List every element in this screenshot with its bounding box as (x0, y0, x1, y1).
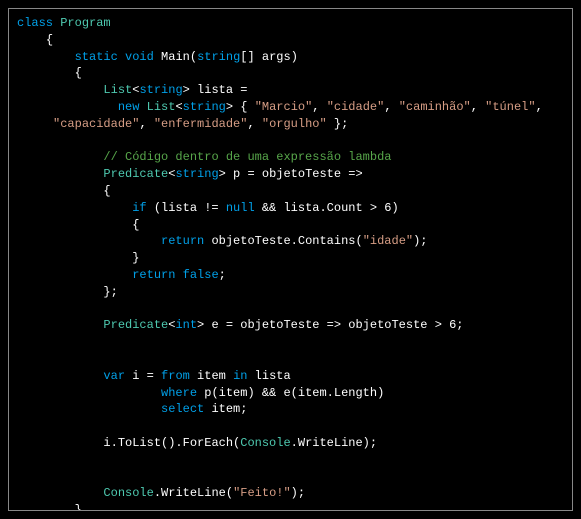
brace: } (132, 251, 139, 265)
gt: > (183, 83, 190, 97)
kw-string: string (139, 83, 182, 97)
end: ; (219, 268, 226, 282)
str: "Marcio" (255, 100, 313, 114)
kw-string: string (197, 50, 240, 64)
paren: ( (190, 50, 197, 64)
kw-class: class (17, 16, 53, 30)
args: [] args) (240, 50, 298, 64)
comma: , (312, 100, 326, 114)
brace: }; (103, 285, 117, 299)
kw-null: null (226, 201, 255, 215)
str: "enfermidade" (154, 117, 248, 131)
comma: , (384, 100, 398, 114)
brace: { (75, 66, 82, 80)
close: }; (327, 117, 349, 131)
code-block: class Program { static void Main(string[… (17, 15, 564, 511)
assign: p = objetoTeste => (226, 167, 363, 181)
kw-var: var (103, 369, 125, 383)
kw-string: string (175, 167, 218, 181)
item: item (190, 369, 233, 383)
code-panel: class Program { static void Main(string[… (8, 8, 573, 511)
end: ); (291, 486, 305, 500)
brace: { (132, 218, 139, 232)
foreach: i.ToList().ForEach( (103, 436, 240, 450)
assign: i = (125, 369, 161, 383)
kw-where: where (161, 386, 197, 400)
kw-in: in (233, 369, 247, 383)
kw-false: false (183, 268, 219, 282)
end: ); (413, 234, 427, 248)
str: "orgulho" (262, 117, 327, 131)
brace: { (46, 33, 53, 47)
comma: , (139, 117, 153, 131)
kw-select: select (161, 402, 204, 416)
kw-static: static (75, 50, 118, 64)
str: "cidade" (327, 100, 385, 114)
main: Main (154, 50, 190, 64)
sp (175, 268, 182, 282)
comment: // Código dentro de uma expressão lambda (103, 150, 391, 164)
cond-open: (lista != (147, 201, 226, 215)
lt: < (175, 100, 182, 114)
list: List (103, 83, 132, 97)
contains: objetoTeste.Contains( (204, 234, 362, 248)
writeline: .WriteLine); (291, 436, 377, 450)
comma: , (471, 100, 485, 114)
writeline: .WriteLine( (154, 486, 233, 500)
list: List (147, 100, 176, 114)
comma: , (536, 100, 543, 114)
str: "idade" (363, 234, 413, 248)
console: Console (240, 436, 290, 450)
predicate: Predicate (103, 167, 168, 181)
select-item: item; (204, 402, 247, 416)
cond-rest: && lista.Count > 6) (255, 201, 399, 215)
lista: lista (247, 369, 290, 383)
cls-program: Program (53, 16, 111, 30)
where-cond: p(item) && e(item.Length) (197, 386, 384, 400)
predicate: Predicate (103, 318, 168, 332)
brace: { (103, 184, 110, 198)
str: "caminhão" (399, 100, 471, 114)
gt: > (219, 167, 226, 181)
kw-string: string (183, 100, 226, 114)
str: "Feito!" (233, 486, 291, 500)
comma: , (247, 117, 261, 131)
kw-int: int (175, 318, 197, 332)
str: "túnel" (485, 100, 535, 114)
code-frame: class Program { static void Main(string[… (0, 0, 581, 519)
assign: e = objetoTeste => objetoTeste > 6; (204, 318, 463, 332)
kw-if: if (132, 201, 146, 215)
kw-return: return (132, 268, 175, 282)
kw-from: from (161, 369, 190, 383)
open: { (233, 100, 255, 114)
kw-void: void (118, 50, 154, 64)
gt: > (226, 100, 233, 114)
str: "capacidade" (53, 117, 139, 131)
kw-new: new (111, 100, 147, 114)
brace: } (75, 503, 82, 511)
console: Console (103, 486, 153, 500)
kw-return: return (161, 234, 204, 248)
var-lista: lista = (190, 83, 248, 97)
